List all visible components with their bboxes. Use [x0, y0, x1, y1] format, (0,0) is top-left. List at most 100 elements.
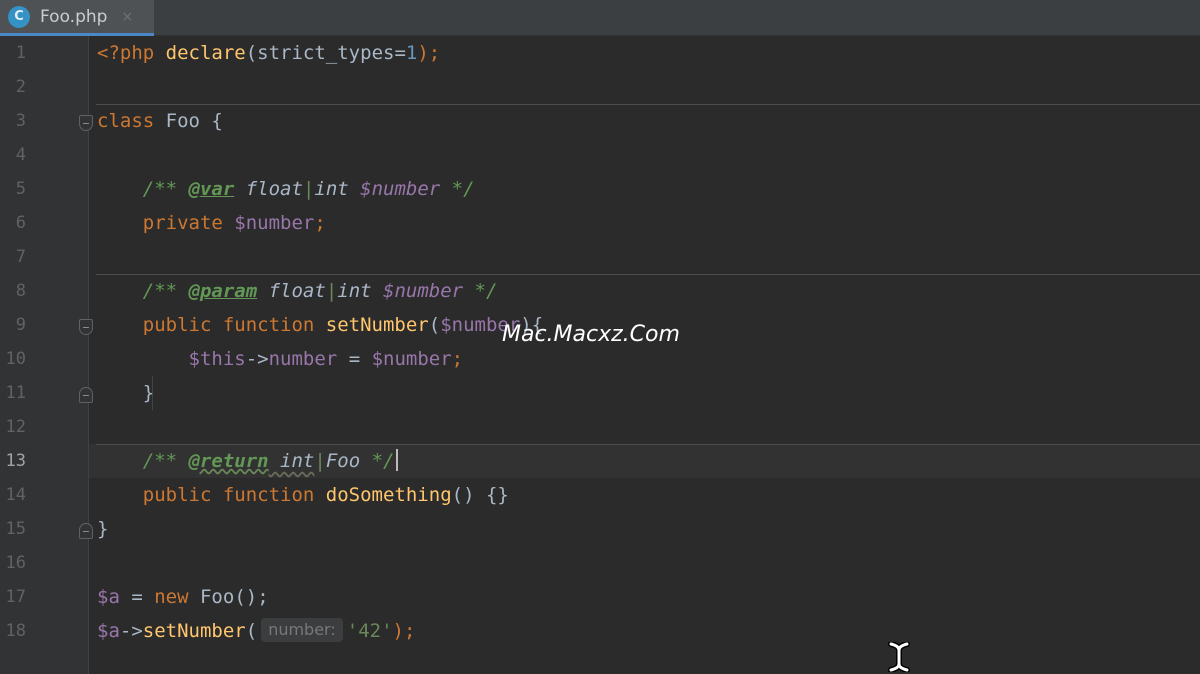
token: () {}: [451, 484, 509, 506]
token: $a: [97, 620, 120, 642]
token: */: [440, 178, 475, 200]
code-line-6: private $number;: [97, 206, 326, 240]
fold-collapse-icon[interactable]: [79, 115, 93, 131]
fold-end-icon[interactable]: [79, 387, 93, 403]
doc-tag: @var: [188, 178, 235, 200]
token: $this: [188, 348, 246, 370]
token: =: [337, 348, 372, 370]
token: 1: [405, 42, 418, 64]
token: Foo {: [154, 110, 223, 132]
token: number: [268, 348, 338, 370]
token: |: [302, 178, 315, 200]
token: private: [142, 212, 223, 234]
code-line-15: }: [97, 512, 108, 546]
token: (: [428, 314, 441, 336]
token: new: [154, 586, 189, 608]
token: |: [314, 450, 326, 472]
watermark-text: Mac.Macxz.Com: [502, 322, 680, 347]
token: ->: [119, 620, 143, 642]
code-line-18: $a->setNumber(number: '42');: [97, 614, 415, 648]
token: '42': [346, 620, 393, 642]
line-number: 10: [5, 349, 26, 369]
line-number: 15: [5, 519, 26, 539]
text-cursor-icon: [888, 642, 910, 672]
line-number: 6: [15, 213, 26, 233]
method-separator: [96, 104, 1200, 105]
token: /**: [142, 178, 189, 200]
line-number: 12: [5, 417, 26, 437]
close-icon[interactable]: ×: [121, 9, 133, 25]
token: float: [257, 280, 326, 302]
code-editor[interactable]: 1 2 3 4 5 6 7 8 9 10 11 12 13 14 15 16 1…: [0, 36, 1200, 674]
code-line-13: /** @return int|Foo */: [97, 444, 399, 478]
php-class-icon: C: [8, 5, 30, 28]
token: }: [142, 382, 155, 404]
token: function: [211, 314, 315, 336]
line-number: 5: [15, 179, 26, 199]
line-number-current: 13: [5, 451, 26, 471]
token: setNumber: [142, 620, 246, 642]
line-number: 18: [5, 621, 26, 641]
token: $number: [371, 280, 464, 302]
token: /**: [142, 450, 189, 472]
tab-label: Foo.php: [40, 6, 108, 27]
token: ;: [451, 348, 464, 370]
token: $number: [222, 212, 315, 234]
token: float: [234, 178, 303, 200]
token: int: [314, 178, 349, 200]
code-line-10: $this->number = $number;: [97, 342, 464, 376]
token: );: [417, 42, 441, 64]
token: setNumber: [314, 314, 429, 336]
token: }: [97, 518, 109, 540]
token: declare: [165, 42, 246, 64]
parameter-hint: number:: [261, 618, 343, 642]
code-line-11: }: [97, 376, 154, 410]
line-number: 1: [15, 43, 26, 63]
token: );: [392, 620, 416, 642]
code-line-5: /** @var float|int $number */: [97, 172, 475, 206]
line-number: 16: [5, 553, 26, 573]
line-number: 11: [5, 383, 26, 403]
line-number: 14: [5, 485, 26, 505]
token: function: [211, 484, 315, 506]
token: ();: [234, 586, 269, 608]
code-line-9: public function setNumber($number){: [97, 308, 543, 342]
token: $number: [348, 178, 441, 200]
token: public: [142, 314, 212, 336]
line-number: 4: [15, 145, 26, 165]
line-number: 17: [5, 587, 26, 607]
token: Foo: [188, 586, 235, 608]
doc-tag: @return: [188, 450, 269, 472]
token: */: [360, 450, 395, 472]
token: $a: [97, 586, 120, 608]
token: doSomething: [314, 484, 452, 506]
editor-tab-bar: C Foo.php ×: [0, 0, 1200, 36]
token: /**: [142, 280, 189, 302]
code-line-1: <?php declare(strict_types=1);: [97, 36, 440, 70]
token: */: [463, 280, 498, 302]
token: int: [268, 450, 315, 472]
code-line-8: /** @param float|int $number */: [97, 274, 498, 308]
gutter-divider: [88, 36, 89, 674]
token: class: [97, 110, 155, 132]
token: =: [119, 586, 155, 608]
token: $number: [371, 348, 452, 370]
line-number: 3: [15, 111, 26, 131]
token: ->: [245, 348, 269, 370]
code-line-14: public function doSomething() {}: [97, 478, 509, 512]
fold-collapse-icon[interactable]: [79, 319, 93, 335]
tab-foo-php[interactable]: C Foo.php ×: [0, 0, 154, 36]
token: (: [245, 620, 258, 642]
text-caret: [396, 449, 399, 471]
doc-tag: @param: [188, 280, 258, 302]
line-number: 9: [15, 315, 26, 335]
token: int: [337, 280, 372, 302]
line-number: 2: [15, 77, 26, 97]
line-number: 7: [15, 247, 26, 267]
fold-end-icon[interactable]: [79, 523, 93, 539]
token: Foo: [325, 450, 361, 472]
token: public: [142, 484, 212, 506]
token: ;: [314, 212, 326, 234]
code-line-17: $a = new Foo();: [97, 580, 269, 614]
code-line-3: class Foo {: [97, 104, 223, 138]
